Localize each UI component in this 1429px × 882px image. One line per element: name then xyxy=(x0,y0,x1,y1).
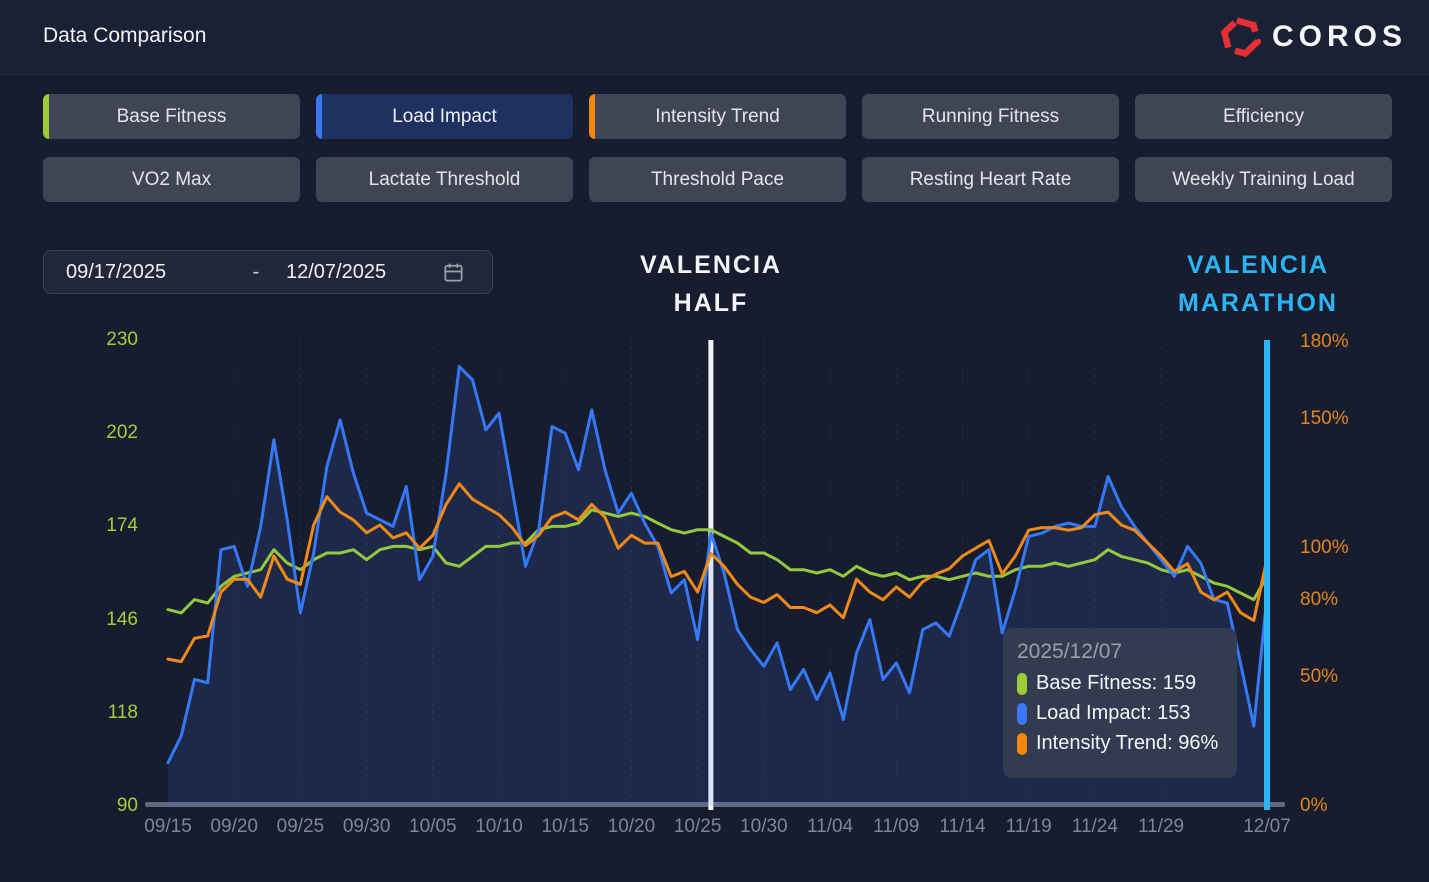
tooltip-series-pill xyxy=(1017,673,1027,695)
tooltip-row-base-fitness: Base Fitness: 159 xyxy=(1017,672,1223,695)
tooltip-row-load-impact: Load Impact: 153 xyxy=(1017,702,1223,725)
tooltip-row-intensity-trend: Intensity Trend: 96% xyxy=(1017,732,1223,755)
tooltip-series-pill xyxy=(1017,733,1027,755)
tooltip-row-text: Load Impact: 153 xyxy=(1036,702,1191,725)
tooltip-row-text: Intensity Trend: 96% xyxy=(1036,732,1218,755)
tooltip-date: 2025/12/07 xyxy=(1017,640,1223,664)
tooltip-row-text: Base Fitness: 159 xyxy=(1036,672,1196,695)
chart-tooltip: 2025/12/07 Base Fitness: 159 Load Impact:… xyxy=(1003,628,1237,778)
tooltip-series-pill xyxy=(1017,703,1027,725)
data-comparison-page: Data Comparison COROS Base FitnessLoad I… xyxy=(0,0,1429,882)
tooltip-rows: Base Fitness: 159 Load Impact: 153 Intensi… xyxy=(1017,672,1223,755)
